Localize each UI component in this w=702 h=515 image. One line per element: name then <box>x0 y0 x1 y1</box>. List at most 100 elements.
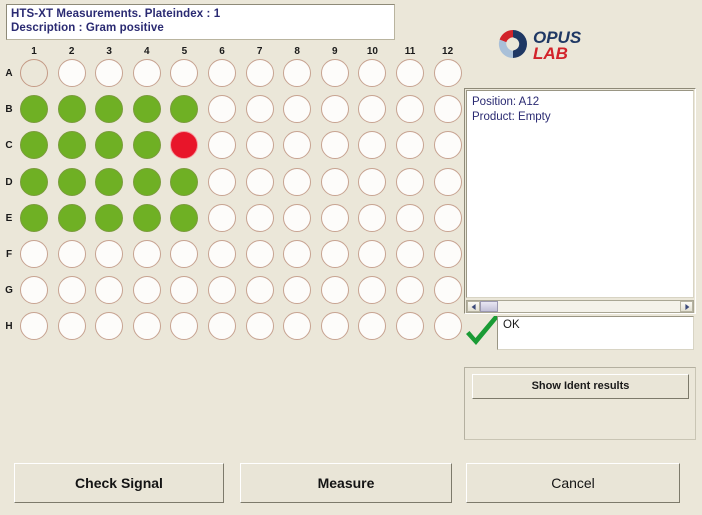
well-D12[interactable] <box>433 167 462 196</box>
well-F2[interactable] <box>57 240 86 268</box>
well-G12[interactable] <box>433 276 462 305</box>
well-F10[interactable] <box>358 240 387 268</box>
measurement-info-textbox[interactable]: HTS-XT Measurements. Plateindex : 1 Desc… <box>6 4 395 40</box>
position-info-horizontal-scrollbar[interactable] <box>466 300 694 313</box>
well-G1[interactable] <box>20 276 48 305</box>
well-F9[interactable] <box>320 240 349 268</box>
well-B3[interactable] <box>95 95 124 124</box>
well-C5[interactable] <box>170 131 199 160</box>
well-G11[interactable] <box>396 276 424 305</box>
well-H3[interactable] <box>95 312 124 341</box>
well-C11[interactable] <box>396 131 424 160</box>
well-B1[interactable] <box>20 95 48 124</box>
well-H11[interactable] <box>396 312 424 341</box>
well-D3[interactable] <box>95 167 124 196</box>
well-D4[interactable] <box>132 167 161 196</box>
well-H5[interactable] <box>170 312 199 341</box>
well-C4[interactable] <box>132 131 161 160</box>
well-D8[interactable] <box>283 167 312 196</box>
well-D11[interactable] <box>396 167 424 196</box>
well-B7[interactable] <box>245 95 274 124</box>
well-D6[interactable] <box>208 167 236 196</box>
well-F5[interactable] <box>170 240 199 268</box>
well-C7[interactable] <box>245 131 274 160</box>
well-F1[interactable] <box>20 240 48 268</box>
well-E5[interactable] <box>170 203 199 232</box>
well-A2[interactable] <box>57 59 86 87</box>
well-D5[interactable] <box>170 167 199 196</box>
scrollbar-thumb[interactable] <box>480 301 498 312</box>
well-F3[interactable] <box>95 240 124 268</box>
well-G4[interactable] <box>132 276 161 305</box>
well-H8[interactable] <box>283 312 312 341</box>
well-B2[interactable] <box>57 95 86 124</box>
well-C8[interactable] <box>283 131 312 160</box>
well-A1[interactable] <box>20 59 48 87</box>
well-B9[interactable] <box>320 95 349 124</box>
well-F6[interactable] <box>208 240 236 268</box>
well-B8[interactable] <box>283 95 312 124</box>
well-D10[interactable] <box>358 167 387 196</box>
well-C12[interactable] <box>433 131 462 160</box>
well-C2[interactable] <box>57 131 86 160</box>
well-E11[interactable] <box>396 203 424 232</box>
well-G7[interactable] <box>245 276 274 305</box>
show-ident-results-button[interactable]: Show Ident results <box>472 374 689 399</box>
well-E12[interactable] <box>433 203 462 232</box>
well-C10[interactable] <box>358 131 387 160</box>
well-G8[interactable] <box>283 276 312 305</box>
well-A6[interactable] <box>208 59 236 87</box>
well-A9[interactable] <box>320 59 349 87</box>
well-E7[interactable] <box>245 203 274 232</box>
cancel-button[interactable]: Cancel <box>466 463 680 503</box>
well-A8[interactable] <box>283 59 312 87</box>
well-D9[interactable] <box>320 167 349 196</box>
well-A3[interactable] <box>95 59 124 87</box>
well-H6[interactable] <box>208 312 236 341</box>
well-E10[interactable] <box>358 203 387 232</box>
well-G6[interactable] <box>208 276 236 305</box>
measure-button[interactable]: Measure <box>240 463 452 503</box>
well-C6[interactable] <box>208 131 236 160</box>
microplate-grid[interactable]: 1 2 3 4 5 6 7 8 9 10 11 12 A B C D E F G H <box>0 44 462 354</box>
well-A12[interactable] <box>433 59 462 87</box>
well-H1[interactable] <box>20 312 48 341</box>
well-E2[interactable] <box>57 203 86 232</box>
well-G10[interactable] <box>358 276 387 305</box>
well-H12[interactable] <box>433 312 462 341</box>
well-C1[interactable] <box>20 131 48 160</box>
well-F12[interactable] <box>433 240 462 268</box>
well-F7[interactable] <box>245 240 274 268</box>
well-E1[interactable] <box>20 203 48 232</box>
well-G2[interactable] <box>57 276 86 305</box>
well-B4[interactable] <box>132 95 161 124</box>
scroll-left-arrow-icon[interactable] <box>467 301 480 312</box>
well-B10[interactable] <box>358 95 387 124</box>
well-G5[interactable] <box>170 276 199 305</box>
well-E6[interactable] <box>208 203 236 232</box>
well-E4[interactable] <box>132 203 161 232</box>
well-E8[interactable] <box>283 203 312 232</box>
well-A10[interactable] <box>358 59 387 87</box>
well-C9[interactable] <box>320 131 349 160</box>
well-A4[interactable] <box>132 59 161 87</box>
well-F11[interactable] <box>396 240 424 268</box>
well-G9[interactable] <box>320 276 349 305</box>
well-H2[interactable] <box>57 312 86 341</box>
well-H9[interactable] <box>320 312 349 341</box>
well-E9[interactable] <box>320 203 349 232</box>
status-message-box[interactable]: OK <box>497 316 694 350</box>
well-D2[interactable] <box>57 167 86 196</box>
well-H10[interactable] <box>358 312 387 341</box>
position-info-textarea[interactable]: Position: A12 Product: Empty <box>466 90 694 298</box>
well-B11[interactable] <box>396 95 424 124</box>
well-E3[interactable] <box>95 203 124 232</box>
well-D1[interactable] <box>20 167 48 196</box>
well-A11[interactable] <box>396 59 424 87</box>
well-H7[interactable] <box>245 312 274 341</box>
well-D7[interactable] <box>245 167 274 196</box>
well-A7[interactable] <box>245 59 274 87</box>
well-H4[interactable] <box>132 312 161 341</box>
well-F8[interactable] <box>283 240 312 268</box>
scrollbar-track[interactable] <box>480 301 680 312</box>
